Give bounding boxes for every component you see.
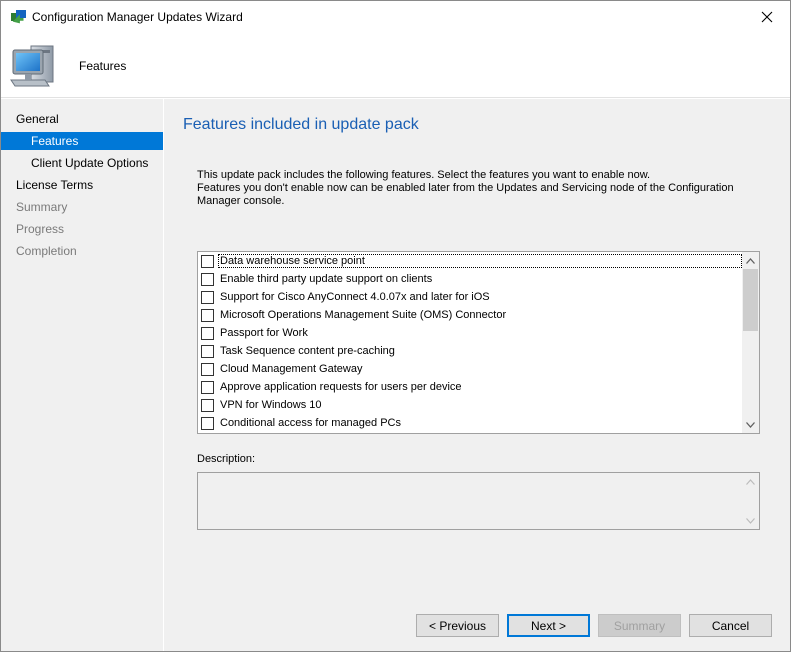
feature-checkbox[interactable] [201, 398, 214, 412]
feature-label: VPN for Windows 10 [220, 399, 322, 411]
close-icon[interactable] [744, 1, 790, 32]
feature-checkbox[interactable] [201, 254, 214, 268]
wizard-header: Features [1, 32, 790, 98]
feature-label: Data warehouse service point [218, 254, 742, 268]
feature-checkbox[interactable] [201, 272, 214, 286]
feature-label: Cloud Management Gateway [220, 363, 363, 375]
feature-checkbox[interactable] [201, 344, 214, 358]
feature-label: Approve application requests for users p… [220, 381, 462, 393]
feature-label: Passport for Work [220, 327, 308, 339]
wizard-footer: < Previous Next > Summary Cancel [164, 593, 790, 651]
feature-item[interactable]: Microsoft Operations Management Suite (O… [201, 306, 741, 324]
computer-icon [9, 40, 65, 90]
previous-button[interactable]: < Previous [416, 614, 499, 637]
scroll-up-icon [742, 473, 759, 490]
feature-checkbox[interactable] [201, 362, 214, 376]
scroll-down-icon [742, 512, 759, 529]
feature-label: Task Sequence content pre-caching [220, 345, 395, 357]
wizard-window: Configuration Manager Updates Wizard Fea… [0, 0, 791, 652]
window-title: Configuration Manager Updates Wizard [32, 10, 243, 24]
description-scrollbar [742, 473, 759, 529]
feature-item[interactable]: Conditional access for managed PCs [201, 414, 741, 432]
feature-checkbox[interactable] [201, 290, 214, 304]
page-title: Features [79, 59, 127, 73]
cancel-button[interactable]: Cancel [689, 614, 772, 637]
description-label: Description: [197, 453, 256, 465]
title-bar: Configuration Manager Updates Wizard [1, 1, 790, 32]
nav-step-client-update-options[interactable]: Client Update Options [1, 154, 163, 172]
features-list[interactable]: Data warehouse service point Enable thir… [197, 251, 760, 434]
feature-checkbox[interactable] [201, 326, 214, 340]
feature-checkbox[interactable] [201, 380, 214, 394]
feature-label: Conditional access for managed PCs [220, 417, 401, 429]
scroll-up-icon[interactable] [742, 252, 759, 269]
intro-line-1: This update pack includes the following … [197, 169, 651, 181]
intro-text: This update pack includes the following … [197, 169, 757, 208]
intro-line-2: Features you don't enable now can be ena… [197, 182, 734, 207]
nav-step-completion: Completion [16, 244, 77, 258]
feature-checkbox[interactable] [201, 308, 214, 322]
wizard-step-nav: General Features Client Update Options L… [1, 99, 163, 651]
nav-step-summary: Summary [16, 200, 68, 214]
feature-item[interactable]: Passport for Work [201, 324, 741, 342]
feature-item[interactable]: Data warehouse service point [201, 252, 742, 270]
feature-label: Microsoft Operations Management Suite (O… [220, 309, 507, 321]
nav-step-general[interactable]: General [1, 110, 163, 128]
feature-item[interactable]: Enable third party update support on cli… [201, 270, 741, 288]
feature-label: Enable third party update support on cli… [220, 273, 433, 285]
config-manager-app-icon [10, 9, 28, 25]
feature-item[interactable]: Cloud Management Gateway [201, 360, 741, 378]
main-panel: Features included in update pack This up… [164, 99, 790, 593]
summary-button: Summary [598, 614, 681, 637]
section-heading: Features included in update pack [183, 116, 419, 133]
nav-step-features[interactable]: Features [1, 132, 163, 150]
nav-step-license-terms[interactable]: License Terms [1, 176, 163, 194]
feature-checkbox[interactable] [201, 416, 214, 430]
scrollbar-thumb[interactable] [743, 269, 758, 331]
nav-step-progress: Progress [16, 222, 65, 236]
feature-item[interactable]: VPN for Windows 10 [201, 396, 741, 414]
feature-item[interactable]: Task Sequence content pre-caching [201, 342, 741, 360]
next-button[interactable]: Next > [507, 614, 590, 637]
scroll-down-icon[interactable] [742, 416, 759, 433]
feature-label: Support for Cisco AnyConnect 4.0.07x and… [220, 291, 490, 303]
feature-item[interactable]: Approve application requests for users p… [201, 378, 741, 396]
features-scrollbar[interactable] [742, 252, 759, 433]
feature-item[interactable]: Support for Cisco AnyConnect 4.0.07x and… [201, 288, 741, 306]
description-textbox[interactable] [197, 472, 760, 530]
